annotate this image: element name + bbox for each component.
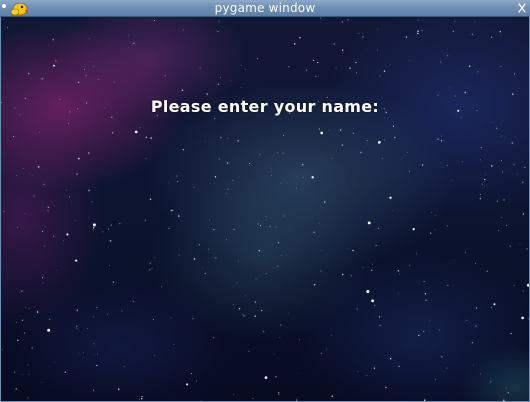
close-icon[interactable]	[517, 2, 527, 14]
game-canvas[interactable]: Please enter your name:	[1, 17, 529, 401]
title-bar[interactable]: pygame window	[0, 0, 530, 17]
pygame-window: pygame window Please enter your name:	[0, 0, 530, 402]
starfield-background	[1, 17, 529, 401]
window-border-left	[0, 17, 1, 402]
name-prompt: Please enter your name:	[150, 97, 380, 116]
window-title: pygame window	[214, 1, 316, 15]
